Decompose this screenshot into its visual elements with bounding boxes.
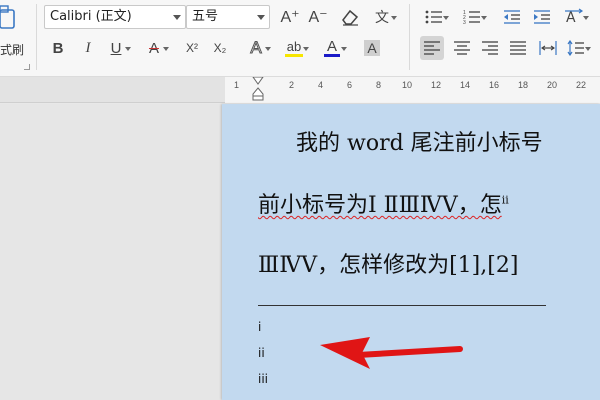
superscript-button[interactable]: X²	[180, 36, 204, 60]
ruler-number: 18	[518, 80, 529, 90]
distributed-align-button[interactable]	[536, 36, 560, 60]
increase-indent-button[interactable]	[530, 5, 554, 29]
highlight-icon: ab	[286, 38, 302, 54]
subscript-button[interactable]: X₂	[208, 36, 232, 60]
align-center-button[interactable]	[450, 36, 474, 60]
font-color-button[interactable]: A	[320, 36, 347, 60]
ruler-number: 6	[347, 80, 353, 90]
indent-icon	[534, 10, 550, 24]
ruler-number: 22	[576, 80, 587, 90]
underline-icon: U	[110, 39, 122, 57]
text-effect-icon: A	[250, 38, 262, 58]
separator	[409, 4, 410, 70]
ruler-number: 16	[489, 80, 500, 90]
ruler-number: 4	[318, 80, 324, 90]
svg-text:3: 3	[463, 20, 466, 25]
ruler-number: 20	[547, 80, 558, 90]
font-name-select[interactable]: Calibri (正文)	[44, 5, 186, 29]
align-right-icon	[482, 41, 498, 55]
bold-icon: B	[52, 39, 64, 57]
line-spacing-button[interactable]	[564, 36, 591, 60]
font-name-value: Calibri (正文)	[50, 9, 132, 24]
distribute-icon	[539, 41, 557, 55]
phonetic-guide-button[interactable]: 文	[370, 5, 397, 29]
endnote-mark-2[interactable]: ii	[258, 346, 265, 360]
svg-text:A: A	[566, 10, 576, 26]
endnote-separator	[258, 305, 546, 306]
clear-format-button[interactable]	[338, 5, 362, 29]
align-right-button[interactable]	[478, 36, 502, 60]
italic-button[interactable]: I	[76, 36, 100, 60]
italic-icon: I	[85, 39, 91, 56]
outdent-icon	[504, 10, 520, 24]
doc-line-2-text: 前小标号为Ⅰ ⅡⅢⅣⅤ，怎	[258, 193, 502, 218]
ruler-number: 10	[402, 80, 413, 90]
strikethrough-icon: A	[148, 39, 159, 57]
ruler-number: 12	[431, 80, 442, 90]
bullets-button[interactable]	[422, 5, 449, 29]
character-shading-button[interactable]: A	[360, 36, 384, 60]
doc-line-2[interactable]: 前小标号为Ⅰ ⅡⅢⅣⅤ，怎ii	[258, 187, 509, 219]
doc-line-1-text: 我的 word 尾注前小标号	[296, 131, 543, 156]
numbering-button[interactable]: 123	[460, 5, 487, 29]
ruler-number: 2	[289, 80, 295, 90]
clipboard-group-launcher-icon[interactable]	[24, 64, 30, 70]
text-effect-button[interactable]: A	[244, 36, 271, 60]
format-painter-icon[interactable]	[0, 4, 16, 30]
subscript-icon: X₂	[213, 41, 227, 55]
justify-icon	[510, 41, 526, 55]
doc-line-3-text: ⅢⅣⅤ，怎样修改为[1],[2]	[258, 253, 519, 278]
align-left-icon	[424, 41, 440, 55]
shrink-font-button[interactable]: A⁻	[306, 5, 330, 29]
ruler-number: 14	[460, 80, 471, 90]
ruler-number: 1	[234, 80, 240, 90]
highlight-color-swatch	[285, 53, 303, 57]
ruler-number: 8	[376, 80, 382, 90]
decrease-indent-button[interactable]	[500, 5, 524, 29]
phonetic-guide-icon: 文	[375, 10, 389, 26]
text-direction-button[interactable]: A	[562, 5, 589, 29]
text-direction-icon: A	[565, 8, 584, 26]
endnote-mark-3[interactable]: iii	[258, 372, 268, 386]
endnote-mark-1[interactable]: i	[258, 320, 261, 334]
bold-button[interactable]: B	[46, 36, 70, 60]
font-size-select[interactable]: 五号	[186, 5, 270, 29]
numbered-list-icon: 123	[463, 10, 480, 25]
align-left-button[interactable]	[420, 36, 444, 60]
grow-font-button[interactable]: A⁺	[278, 5, 302, 29]
bullet-list-icon	[425, 10, 442, 24]
separator	[36, 4, 37, 70]
format-painter-label[interactable]: 式刷	[0, 41, 24, 58]
font-size-value: 五号	[192, 9, 219, 24]
ruler-text-area	[225, 77, 600, 103]
font-color-swatch	[324, 54, 340, 57]
character-shading-icon: A	[364, 40, 380, 56]
chevron-down-icon	[173, 15, 181, 20]
underline-button[interactable]: U	[104, 36, 131, 60]
endnote-reference[interactable]: ii	[502, 194, 509, 207]
superscript-icon: X²	[186, 41, 198, 55]
doc-line-1[interactable]: 我的 word 尾注前小标号	[296, 125, 543, 157]
shrink-font-icon: A⁻	[308, 9, 328, 26]
strikethrough-button[interactable]: A	[142, 36, 169, 60]
eraser-icon	[342, 9, 359, 26]
justify-button[interactable]	[506, 36, 530, 60]
indent-marker-icon[interactable]	[252, 77, 264, 103]
align-center-icon	[454, 41, 470, 55]
horizontal-ruler[interactable]: 1 2 4 6 8 10 12 14 16 18 20 22	[0, 77, 600, 103]
font-color-icon: A	[326, 38, 337, 55]
ribbon-toolbar: 式刷 Calibri (正文) 五号 A⁺ A⁻ 文 B I U A X² X₂…	[0, 0, 600, 77]
doc-line-3[interactable]: ⅢⅣⅤ，怎样修改为[1],[2]	[258, 247, 518, 279]
grow-font-icon: A⁺	[280, 9, 300, 26]
line-spacing-icon	[567, 40, 584, 56]
chevron-down-icon	[257, 15, 265, 20]
highlight-button[interactable]: ab	[282, 36, 309, 60]
red-arrow-annotation-icon	[320, 337, 463, 369]
